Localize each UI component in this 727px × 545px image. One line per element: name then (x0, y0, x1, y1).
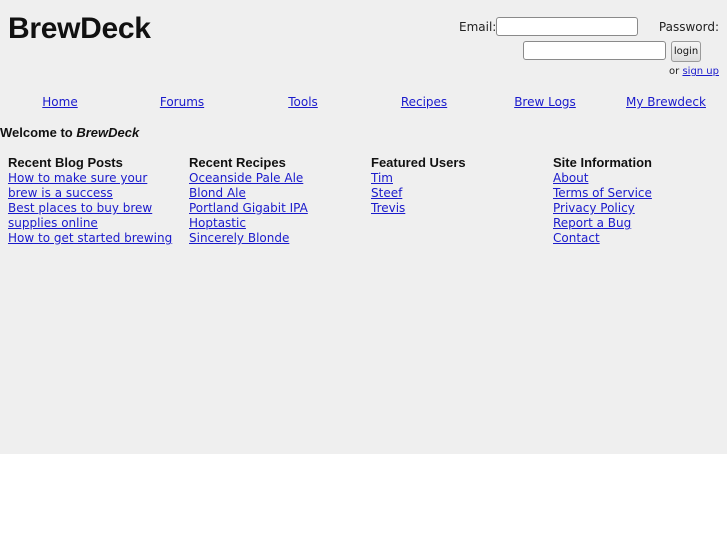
recent-blog-posts: Recent Blog Posts How to make sure your … (8, 155, 178, 246)
report-bug-link[interactable]: Report a Bug (553, 216, 631, 230)
nav-home[interactable]: Home (42, 95, 77, 109)
nav-brew-logs[interactable]: Brew Logs (514, 95, 576, 109)
list-item: Steef (371, 186, 551, 201)
list-item: Tim (371, 171, 551, 186)
list-item: Blond Ale (189, 186, 369, 201)
nav-recipes[interactable]: Recipes (401, 95, 447, 109)
recipe-link[interactable]: Blond Ale (189, 186, 246, 200)
login-button[interactable]: login (671, 41, 701, 62)
recipe-link[interactable]: Sincerely Blonde (189, 231, 289, 245)
email-label: Email: (459, 20, 497, 34)
list-item: Terms of Service (553, 186, 723, 201)
list-item: How to make sure your brew is a success (8, 171, 178, 201)
welcome-prefix: Welcome to (0, 125, 73, 140)
signup-prompt: or sign up (669, 66, 719, 77)
blog-post-link[interactable]: Best places to buy brew supplies online (8, 201, 152, 230)
list-item: Oceanside Pale Ale (189, 171, 369, 186)
nav-forums[interactable]: Forums (160, 95, 204, 109)
recipe-link[interactable]: Oceanside Pale Ale (189, 171, 303, 185)
featured-users: Featured Users Tim Steef Trevis (371, 155, 551, 216)
blog-section-title: Recent Blog Posts (8, 155, 123, 170)
password-label: Password: (658, 20, 719, 34)
users-list: Tim Steef Trevis (371, 171, 551, 216)
recipe-link[interactable]: Portland Gigabit IPA (189, 201, 308, 215)
list-item: Trevis (371, 201, 551, 216)
signup-link[interactable]: sign up (682, 66, 719, 77)
blog-post-link[interactable]: How to make sure your brew is a success (8, 171, 147, 200)
blog-list: How to make sure your brew is a success … (8, 171, 178, 246)
list-item: Portland Gigabit IPA (189, 201, 369, 216)
main-nav: Home Forums Tools Recipes Brew Logs My B… (0, 95, 727, 111)
site-information: Site Information About Terms of Service … (553, 155, 723, 246)
site-logo[interactable]: BrewDeck (8, 12, 151, 46)
user-link[interactable]: Tim (371, 171, 393, 185)
recipes-section-title: Recent Recipes (189, 155, 286, 170)
list-item: Sincerely Blonde (189, 231, 369, 246)
password-field[interactable] (523, 41, 666, 60)
site-info-list: About Terms of Service Privacy Policy Re… (553, 171, 723, 246)
site-info-section-title: Site Information (553, 155, 652, 170)
users-section-title: Featured Users (371, 155, 466, 170)
list-item: How to get started brewing (8, 231, 178, 246)
terms-link[interactable]: Terms of Service (553, 186, 652, 200)
user-link[interactable]: Steef (371, 186, 402, 200)
welcome-heading: Welcome to BrewDeck (0, 125, 139, 140)
list-item: Privacy Policy (553, 201, 723, 216)
list-item: Report a Bug (553, 216, 723, 231)
nav-my-brewdeck[interactable]: My Brewdeck (626, 95, 706, 109)
page: BrewDeck Email: Password: login or sign … (0, 0, 727, 454)
recipes-list: Oceanside Pale Ale Blond Ale Portland Gi… (189, 171, 369, 246)
about-link[interactable]: About (553, 171, 588, 185)
list-item: Best places to buy brew supplies online (8, 201, 178, 231)
or-text: or (669, 66, 680, 77)
recent-recipes: Recent Recipes Oceanside Pale Ale Blond … (189, 155, 369, 246)
email-field[interactable] (496, 17, 638, 36)
privacy-link[interactable]: Privacy Policy (553, 201, 635, 215)
blog-post-link[interactable]: How to get started brewing (8, 231, 172, 245)
list-item: Hoptastic (189, 216, 369, 231)
recipe-link[interactable]: Hoptastic (189, 216, 246, 230)
contact-link[interactable]: Contact (553, 231, 600, 245)
user-link[interactable]: Trevis (371, 201, 405, 215)
list-item: About (553, 171, 723, 186)
nav-tools[interactable]: Tools (288, 95, 318, 109)
list-item: Contact (553, 231, 723, 246)
welcome-brand: BrewDeck (76, 125, 140, 140)
